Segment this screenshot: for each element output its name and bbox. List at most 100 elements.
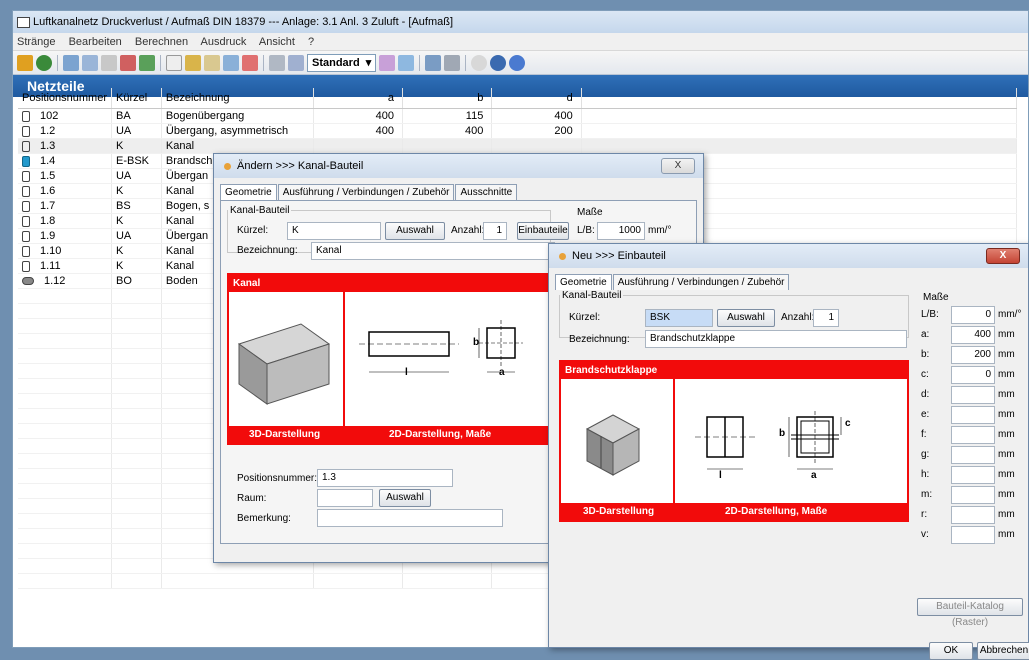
tab-ausschnitte[interactable]: Ausschnitte	[455, 184, 518, 200]
menu-berechnen[interactable]: Berechnen	[135, 36, 188, 48]
cell-kuerzel: K	[111, 258, 162, 274]
list-icon[interactable]	[82, 54, 98, 71]
paste-icon[interactable]	[185, 54, 201, 71]
table-icon[interactable]	[288, 54, 304, 71]
network-icon[interactable]	[36, 54, 52, 71]
table-row[interactable]: 1.2 UA Übergang, asymmetrisch 400 400 200	[18, 123, 1018, 139]
bezeichnung-field[interactable]: Brandschutzklappe	[645, 330, 907, 348]
column-header-bezeichnung[interactable]: Bezeichnung	[161, 88, 314, 109]
tab-geometrie[interactable]: Geometrie	[220, 184, 277, 200]
raum-label: Raum:	[237, 493, 267, 504]
search-icon[interactable]	[471, 54, 488, 71]
masse-field-10[interactable]	[951, 506, 995, 524]
bauteil-katalog-button[interactable]: Bauteil-Katalog (Raster)	[917, 598, 1023, 628]
masse-field-9[interactable]	[951, 486, 995, 504]
cancel-button[interactable]: Abbrechen	[977, 642, 1029, 660]
menu-help[interactable]: ?	[308, 36, 314, 48]
tab-geometrie[interactable]: Geometrie	[555, 274, 612, 290]
close-button[interactable]: X	[661, 158, 695, 174]
masse-field-0[interactable]: 0	[951, 306, 995, 324]
auswahl-button[interactable]: Auswahl	[385, 222, 445, 240]
masse-row: m: mm	[921, 486, 1025, 504]
menu-ausdruck[interactable]: Ausdruck	[201, 36, 247, 48]
tab-ausfuehrung[interactable]: Ausführung / Verbindungen / Zubehör	[612, 274, 790, 290]
menu-bearbeiten[interactable]: Bearbeiten	[69, 36, 122, 48]
anzahl-field[interactable]: 1	[813, 309, 839, 327]
positionsnummer-field[interactable]: 1.3	[317, 469, 453, 487]
masse-label-4: d:	[921, 389, 930, 400]
help-icon[interactable]	[509, 54, 526, 71]
refresh-icon[interactable]	[139, 54, 155, 71]
cell-kuerzel: UA	[111, 123, 162, 139]
grid-icon[interactable]	[269, 54, 285, 71]
new-document-icon[interactable]	[166, 54, 182, 71]
masse-field-5[interactable]	[951, 406, 995, 424]
kuerzel-field[interactable]: K	[287, 222, 381, 240]
caption-2d: 2D-Darstellung, Maße	[725, 506, 828, 517]
panel-title: Brandschutzklappe	[561, 362, 907, 379]
print-icon[interactable]	[444, 54, 461, 71]
export-icon[interactable]	[398, 54, 415, 71]
masse-field-7[interactable]	[951, 446, 995, 464]
chevron-down-icon: ▾	[365, 56, 372, 69]
save-icon[interactable]	[425, 54, 442, 71]
bemerkung-field[interactable]	[317, 509, 503, 527]
column-header-a[interactable]: a	[313, 88, 404, 109]
app-icon	[17, 16, 30, 28]
close-button[interactable]: X	[986, 248, 1020, 264]
cell-kuerzel: UA	[111, 228, 162, 244]
table-row[interactable]: 1.3 K Kanal	[18, 138, 1018, 154]
masse-unit-0: mm/°	[998, 309, 1022, 320]
bezeichnung-field[interactable]: Kanal	[311, 242, 555, 260]
view-select[interactable]: Standard ▾	[307, 53, 377, 72]
masse-field-8[interactable]	[951, 466, 995, 484]
table-header-row: Positionsnummer Kürzel Bezeichnung a b d	[18, 88, 1018, 109]
clipboard-icon[interactable]	[204, 54, 220, 71]
column-header-kuerzel[interactable]: Kürzel	[111, 88, 162, 109]
menu-bar: Stränge Bearbeiten Berechnen Ausdruck An…	[13, 33, 1028, 51]
cell-kuerzel: K	[111, 183, 162, 199]
copy-icon[interactable]	[101, 54, 117, 71]
kuerzel-field[interactable]: BSK	[645, 309, 713, 327]
cell-pos-text: 1.7	[40, 200, 56, 212]
masse-field-6[interactable]	[951, 426, 995, 444]
dim-a-label: a	[811, 470, 817, 481]
raum-field[interactable]	[317, 489, 373, 507]
bsk-3d-icon	[585, 414, 641, 476]
masse-field-1[interactable]: 400	[951, 326, 995, 344]
tab-ausfuehrung[interactable]: Ausführung / Verbindungen / Zubehör	[277, 184, 455, 200]
masse-row: b: 200 mm	[921, 346, 1025, 364]
cell-kuerzel: K	[111, 243, 162, 259]
column-header-d[interactable]: d	[491, 88, 582, 109]
raum-auswahl-button[interactable]: Auswahl	[379, 489, 431, 507]
masse-field-11[interactable]	[951, 526, 995, 544]
delete-icon[interactable]	[120, 54, 136, 71]
add-line-icon[interactable]	[63, 54, 79, 71]
menu-ansicht[interactable]: Ansicht	[259, 36, 295, 48]
lb-field[interactable]: 1000	[597, 222, 645, 240]
filter-icon[interactable]	[379, 54, 396, 71]
open-folder-icon[interactable]	[17, 54, 33, 71]
cell-b: 115	[402, 108, 493, 124]
cell-pos-text: 102	[40, 110, 59, 122]
masse-field-3[interactable]: 0	[951, 366, 995, 384]
cell-d: 400	[491, 108, 582, 124]
masse-field-4[interactable]	[951, 386, 995, 404]
anzahl-field[interactable]: 1	[483, 222, 507, 240]
info-icon[interactable]	[490, 54, 507, 71]
ok-button[interactable]: OK	[929, 642, 973, 660]
einbauteile-button[interactable]: Einbauteile	[517, 222, 569, 240]
table-row[interactable]: 102 BA Bogenübergang 400 115 400	[18, 108, 1018, 124]
menu-straenge[interactable]: Stränge	[17, 36, 56, 48]
caption-3d: 3D-Darstellung	[583, 506, 655, 517]
brandschutz-icon	[22, 155, 30, 167]
remove-icon[interactable]	[242, 54, 258, 71]
duplicate-icon[interactable]	[223, 54, 239, 71]
bemerkung-label: Bemerkung:	[237, 513, 291, 524]
column-header-b[interactable]: b	[402, 88, 493, 109]
masse-field-2[interactable]: 200	[951, 346, 995, 364]
auswahl-button[interactable]: Auswahl	[717, 309, 775, 327]
dim-l-label: l	[405, 367, 408, 378]
column-header-positionsnummer[interactable]: Positionsnummer	[18, 88, 112, 109]
edit-dialog-title: Ändern >>> Kanal-Bauteil	[237, 160, 364, 172]
